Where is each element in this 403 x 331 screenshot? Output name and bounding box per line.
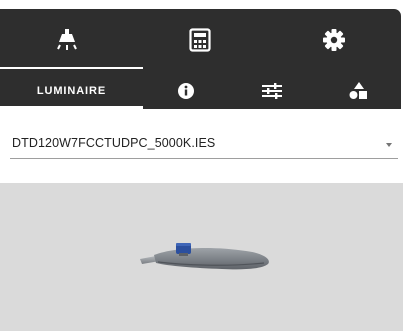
sliders-icon — [262, 83, 282, 99]
tab-luminaire-label: LUMINAIRE — [36, 85, 107, 97]
luminaire-preview[interactable] — [0, 183, 403, 331]
calculator-icon — [189, 28, 211, 52]
gear-icon — [322, 29, 345, 51]
info-icon — [178, 83, 194, 99]
shapes-icon — [349, 82, 367, 99]
tab-shapes[interactable] — [315, 73, 401, 109]
top-tab-bar — [0, 9, 401, 71]
ies-file-select[interactable]: DTD120W7FCCTUDPC_5000K.IES — [10, 132, 398, 159]
tab-info[interactable] — [143, 73, 229, 109]
tab-luminaire-mode[interactable] — [0, 9, 134, 71]
top-toolbar: LUMINAIRE — [0, 9, 401, 109]
caret-down-icon — [386, 143, 392, 147]
tab-settings[interactable] — [267, 9, 401, 71]
ies-file-value: DTD120W7FCCTUDPC_5000K.IES — [12, 136, 216, 150]
top-tab-indicator — [0, 67, 143, 69]
tab-calculations[interactable] — [134, 9, 268, 71]
luminaire-model-image — [140, 243, 269, 270]
tab-luminaire[interactable]: LUMINAIRE — [0, 73, 143, 109]
tab-adjustments[interactable] — [229, 73, 315, 109]
sub-tab-bar: LUMINAIRE — [0, 73, 401, 109]
luminaire-selector: DTD120W7FCCTUDPC_5000K.IES — [0, 109, 403, 183]
luminaire-lamp-icon — [56, 29, 77, 50]
luminaire-panel: LUMINAIRE DTD120W7FCCTUDPC_5000K.IES — [0, 0, 403, 331]
